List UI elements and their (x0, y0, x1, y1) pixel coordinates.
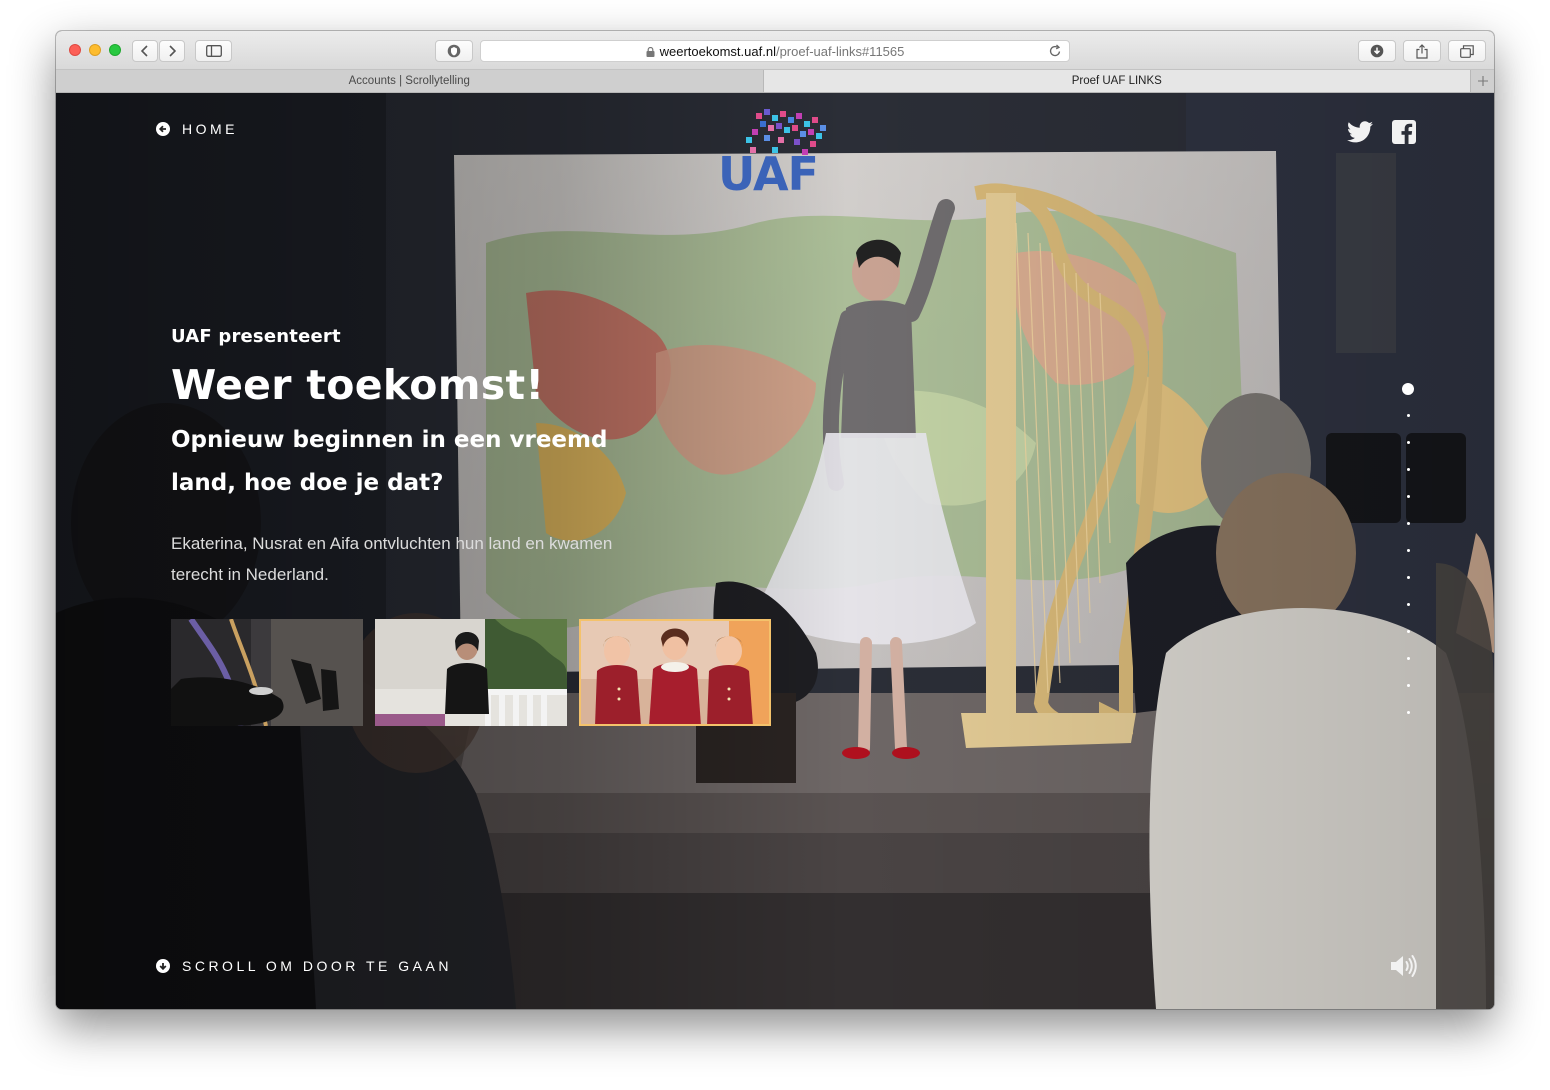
url-domain: weertoekomst.uaf.nl (659, 43, 776, 59)
browser-toolbar: weertoekomst.uaf.nl/proef-uaf-links#1156… (56, 31, 1494, 70)
thumbnail-children-photo[interactable] (579, 619, 771, 726)
chapter-dot[interactable] (1406, 495, 1410, 498)
chapter-dot[interactable] (1406, 468, 1410, 471)
share-button[interactable] (1403, 40, 1441, 62)
chevron-right-icon (169, 45, 176, 57)
children-photo-image (579, 619, 771, 726)
chapter-dot[interactable] (1406, 657, 1410, 660)
chapter-dot[interactable] (1406, 549, 1410, 552)
close-window-button[interactable] (69, 44, 81, 56)
chapter-dot[interactable] (1406, 576, 1410, 579)
download-icon (1370, 44, 1384, 58)
tabs-icon (1460, 44, 1474, 58)
chapter-navigation (1400, 383, 1416, 738)
reload-icon[interactable] (1049, 44, 1062, 58)
share-icon (1416, 43, 1428, 59)
back-button[interactable] (132, 40, 158, 62)
harp-shoes-image (171, 619, 363, 726)
chapter-dot[interactable] (1406, 441, 1410, 444)
lock-icon (646, 47, 655, 57)
facebook-share-button[interactable] (1391, 119, 1417, 145)
logo-text: UAF (718, 147, 819, 201)
chevron-left-icon (141, 45, 148, 57)
twitter-icon (1347, 121, 1373, 143)
chapter-dot[interactable] (1406, 630, 1410, 633)
url-path: /proef-uaf-links#11565 (775, 43, 905, 59)
chapter-dot[interactable] (1406, 711, 1410, 714)
hero-content: UAF presenteert Weer toekomst! Opnieuw b… (171, 326, 651, 590)
tab-proef-uaf-links[interactable]: Proef UAF LINKS (763, 70, 1471, 92)
webpage: UAF HOME UAF presenteert Weer toekomst! (56, 93, 1494, 1009)
thumbnail-harp-shoes[interactable] (171, 619, 363, 726)
tab-accounts[interactable]: Accounts | Scrollytelling (56, 70, 764, 92)
shield-icon (447, 44, 461, 58)
new-tab-button[interactable] (1471, 70, 1494, 92)
speaker-icon (1391, 955, 1417, 977)
minimize-window-button[interactable] (89, 44, 101, 56)
home-link[interactable]: HOME (156, 121, 238, 137)
uaf-logo[interactable]: UAF (716, 107, 836, 207)
address-bar[interactable]: weertoekomst.uaf.nl/proef-uaf-links#1156… (480, 40, 1070, 62)
chapter-dot[interactable] (1406, 414, 1410, 417)
sidebar-icon (205, 45, 222, 57)
tab-bar: Accounts | Scrollytelling Proef UAF LINK… (56, 70, 1494, 93)
hero-title: Weer toekomst! (171, 361, 545, 409)
downloads-button[interactable] (1358, 40, 1396, 62)
forward-button[interactable] (159, 40, 185, 62)
chapter-dot[interactable] (1402, 383, 1414, 395)
sound-toggle[interactable] (1389, 953, 1419, 979)
twitter-share-button[interactable] (1346, 119, 1374, 145)
woman-portrait-image (375, 619, 567, 726)
chapter-dot[interactable] (1406, 522, 1410, 525)
arrow-down-circle-icon (156, 959, 170, 973)
home-label: HOME (182, 121, 238, 137)
shield-button[interactable] (435, 40, 473, 62)
hero-intro: Ekaterina, Nusrat en Aifa ontvluchten hu… (171, 534, 613, 584)
story-thumbnails (171, 619, 771, 726)
tabs-overview-button[interactable] (1448, 40, 1486, 62)
chapter-dot[interactable] (1406, 603, 1410, 606)
scroll-prompt[interactable]: SCROLL OM DOOR TE GAAN (156, 958, 452, 974)
scroll-label: SCROLL OM DOOR TE GAAN (182, 958, 452, 974)
plus-icon (1477, 76, 1488, 86)
hero-subtitle: Opnieuw beginnen in een vreemd land, hoe… (171, 427, 608, 496)
browser-window: weertoekomst.uaf.nl/proef-uaf-links#1156… (56, 31, 1494, 1009)
facebook-icon (1392, 120, 1416, 144)
zoom-window-button[interactable] (109, 44, 121, 56)
sidebar-button[interactable] (195, 40, 232, 62)
chapter-dot[interactable] (1406, 684, 1410, 687)
hero-kicker: UAF presenteert (171, 326, 341, 347)
arrow-left-circle-icon (156, 122, 170, 136)
thumbnail-woman-portrait[interactable] (375, 619, 567, 726)
